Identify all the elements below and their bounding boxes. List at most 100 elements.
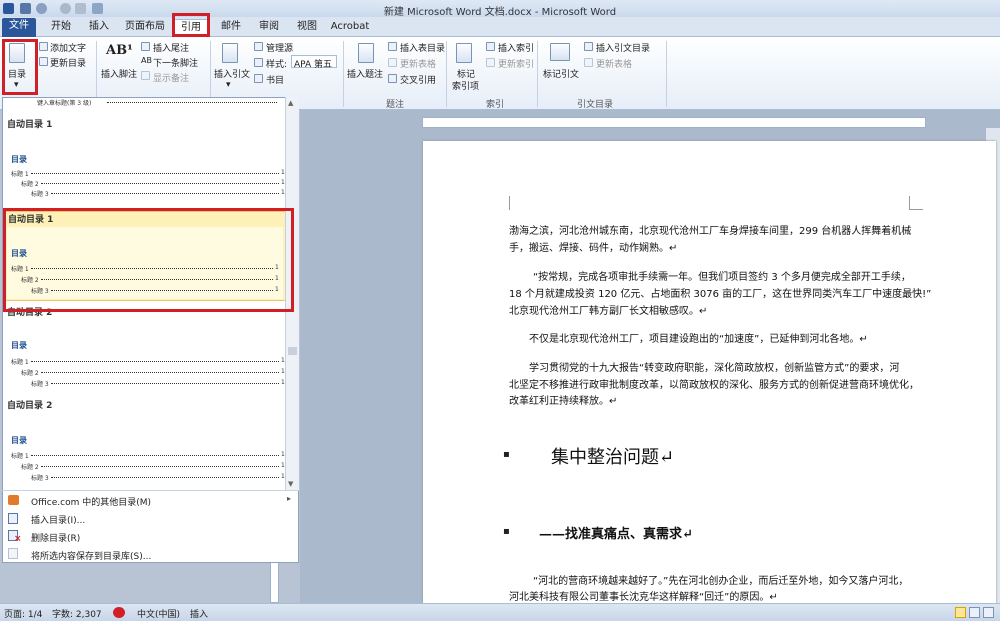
bullet-icon: ▪: [503, 526, 510, 537]
tab-acrobat[interactable]: Acrobat: [328, 19, 372, 37]
paragraph-line: 手，搬运、焊接、码件，动作娴熟。↵: [509, 243, 678, 254]
paragraph-line: 改革红利正持续释放。↵: [509, 396, 618, 407]
insert-footnote-button[interactable]: 插入脚注: [101, 67, 137, 80]
tab-view[interactable]: 视图: [290, 19, 324, 37]
save-selection-icon: [8, 548, 18, 559]
full-screen-icon[interactable]: [969, 607, 980, 618]
insert-index-button[interactable]: 插入索引: [498, 41, 534, 54]
toc-preview-level: 标题 2: [21, 464, 39, 471]
horizontal-ruler[interactable]: [422, 117, 926, 128]
remove-x-icon: ×: [14, 534, 22, 544]
add-text-icon: [39, 42, 48, 51]
scroll-up-icon[interactable]: ▲: [288, 99, 293, 107]
style-select[interactable]: APA 第五: [291, 55, 337, 70]
refresh-icon: [39, 57, 48, 66]
leader-dots: [31, 168, 279, 174]
scroll-down-icon[interactable]: ▼: [288, 480, 293, 488]
update-toa-button[interactable]: 更新表格: [596, 57, 632, 70]
status-page[interactable]: 页面: 1/4: [4, 607, 42, 620]
leader-dots: [31, 356, 279, 362]
add-text-button[interactable]: 添加文字: [50, 41, 86, 54]
toc-preview-title: 目录: [11, 436, 27, 445]
gallery-section-title: 自动目录 1: [7, 120, 53, 130]
toc-option-auto1-a[interactable]: 目录 标题 1 1 标题 2 1 标题 3 1: [5, 132, 285, 210]
update-index-button[interactable]: 更新索引: [498, 57, 534, 70]
menu-insert-toc[interactable]: 插入目录(I)...: [31, 513, 85, 526]
leader-dots: [41, 178, 279, 184]
bibliography-button[interactable]: 书目: [266, 73, 284, 86]
update-toc-button[interactable]: 更新目录: [50, 56, 86, 69]
insert-endnote-button[interactable]: 插入尾注: [153, 41, 189, 54]
tab-file[interactable]: 文件: [2, 18, 36, 37]
tab-review[interactable]: 审阅: [252, 19, 286, 37]
document-page[interactable]: 渤海之滨，河北沧州城东南，北京现代沧州工厂车身焊接车间里，299 台机器人挥舞着…: [423, 141, 996, 603]
menu-save-selection[interactable]: 将所选内容保存到目录库(S)...: [31, 549, 151, 562]
status-language[interactable]: 中文(中国): [137, 607, 180, 620]
toc-preview-level: 标题 1: [11, 453, 29, 460]
style-icon: [254, 58, 263, 67]
print-layout-icon[interactable]: [955, 607, 966, 618]
insert-table-figures-button[interactable]: 插入表目录: [400, 41, 445, 54]
toc-preview-level: 标题 3: [31, 381, 49, 388]
insert-toa-button[interactable]: 插入引文目录: [596, 41, 650, 54]
paragraph-line: 北坚定不移推进行政审批制度改革，以简政放权的深化、服务方式的创新促进营商环境优化…: [509, 380, 919, 391]
insert-toa-icon: [584, 42, 593, 51]
web-layout-icon[interactable]: [983, 607, 994, 618]
ribbon-tabs: 文件 开始 插入 页面布局 引用 邮件 审阅 视图 Acrobat: [0, 17, 1000, 37]
toc-preview-level: 标题 3: [31, 475, 49, 482]
status-bar: 页面: 1/4 字数: 2,307 中文(中国) 插入: [0, 603, 1000, 621]
insert-caption-icon: [358, 43, 374, 63]
status-words[interactable]: 字数: 2,307: [52, 607, 102, 620]
paragraph-line: “按常规，完成各项审批手续需一年。但我们项目签约 3 个多月便完成全部开工手续，: [533, 272, 911, 283]
style-select-value: APA 第五: [294, 60, 333, 70]
mark-citation-button[interactable]: 标记引文: [543, 67, 579, 80]
paragraph-line: 18 个月就建成投资 120 亿元、占地面积 3076 亩的工厂，这在世界同类汽…: [509, 289, 932, 300]
chevron-down-icon: ▾: [226, 80, 231, 90]
highlight-toc-button[interactable]: [2, 39, 38, 95]
tab-insert[interactable]: 插入: [82, 19, 116, 37]
bullet-icon: ▪: [503, 449, 510, 460]
highlight-references-tab: [172, 13, 210, 37]
leader-dots: [51, 472, 279, 478]
status-insert-mode[interactable]: 插入: [190, 607, 208, 620]
mark-entry-icon: [456, 43, 472, 63]
table-of-figures-icon: [388, 42, 397, 51]
insert-citation-button[interactable]: 插入引文: [214, 67, 250, 80]
menu-separator: [2, 490, 299, 491]
menu-more-toc[interactable]: Office.com 中的其他目录(M): [31, 495, 151, 508]
proofing-icon[interactable]: [113, 607, 125, 618]
style-label: 样式:: [266, 60, 288, 70]
tab-page-layout[interactable]: 页面布局: [120, 19, 170, 37]
toc-preview-level: 标题 1: [11, 171, 29, 178]
paragraph-line: 北京现代沧州工厂韩方副厂长文相敏感叹。↵: [509, 306, 708, 317]
separator: [537, 41, 538, 107]
menu-remove-toc[interactable]: 删除目录(R): [31, 531, 80, 544]
cross-reference-button[interactable]: 交叉引用: [400, 73, 436, 86]
scroll-thumb[interactable]: [288, 347, 297, 355]
crop-mark: [909, 196, 923, 210]
insert-caption-button[interactable]: 插入题注: [347, 67, 383, 80]
leader-dots: [107, 97, 277, 103]
toc-option-auto2-b[interactable]: 目录 标题 1 1 标题 2 1 标题 3 1: [5, 413, 285, 491]
tab-mailings[interactable]: 邮件: [214, 19, 248, 37]
paragraph-line: “河北的营商环境越来越好了。”先在河北创办企业，而后迁至外地，如今又落户河北，: [533, 576, 909, 587]
highlight-toc-option: [3, 208, 294, 312]
show-notes-icon: [141, 71, 150, 80]
paragraph-line: 学习贯彻党的十九大报告“转变政府职能，深化简政放权，创新监管方式”的要求，河: [529, 363, 900, 374]
leader-dots: [51, 188, 279, 194]
next-footnote-button[interactable]: 下一条脚注: [153, 56, 198, 69]
manage-sources-button[interactable]: 管理源: [266, 41, 293, 54]
endnote-icon: [141, 42, 150, 51]
toc-preview-level: 标题 2: [21, 370, 39, 377]
group-toa-label: 引文目录: [576, 100, 613, 110]
insert-toc-icon: [8, 513, 18, 524]
tab-home[interactable]: 开始: [44, 19, 78, 37]
show-notes-button[interactable]: 显示备注: [153, 71, 189, 84]
update-index-icon: [486, 58, 495, 67]
crop-mark: [509, 196, 510, 210]
update-table-button[interactable]: 更新表格: [400, 57, 436, 70]
title-bar: 新建 Microsoft Word 文档.docx - Microsoft Wo…: [0, 0, 1000, 18]
vertical-ruler[interactable]: [270, 560, 279, 603]
toc-option-auto2-a[interactable]: 目录 标题 1 1 标题 2 1 标题 3 1: [5, 320, 285, 398]
mark-entry-label-2[interactable]: 索引项: [452, 79, 479, 92]
